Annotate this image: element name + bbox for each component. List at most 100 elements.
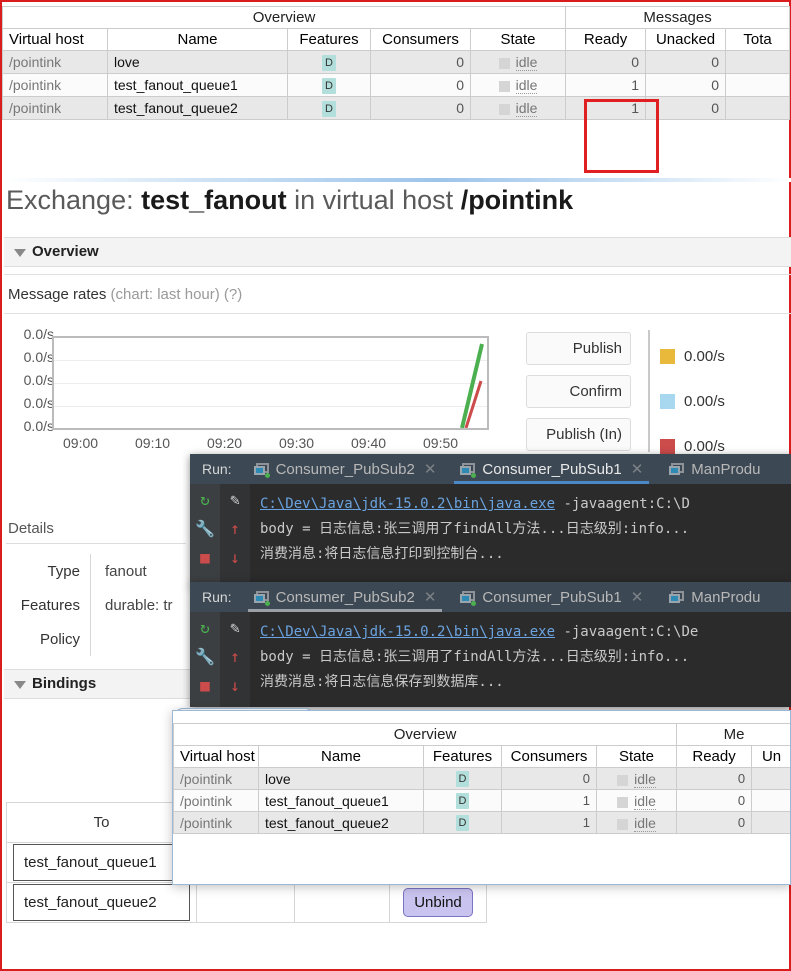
arrow-down-icon[interactable]: ↓ bbox=[230, 550, 240, 566]
arrow-down-icon[interactable]: ↓ bbox=[230, 678, 240, 694]
col-state[interactable]: State bbox=[595, 745, 678, 768]
close-icon[interactable]: ✕ bbox=[424, 460, 437, 478]
console-output-top: C:\Dev\Java\jdk-15.0.2\bin\java.exe -jav… bbox=[250, 484, 791, 585]
col-ready[interactable]: Ready bbox=[676, 745, 753, 768]
run-config-icon bbox=[669, 462, 685, 476]
group-header-overview: Overview bbox=[1, 6, 567, 29]
console-tab-label: Consumer_PubSub1 bbox=[482, 588, 622, 606]
cell-queue-name[interactable]: love bbox=[107, 50, 288, 74]
stop-icon[interactable]: ■ bbox=[200, 678, 210, 694]
java-path-link[interactable]: C:\Dev\Java\jdk-15.0.2\bin\java.exe bbox=[260, 624, 555, 640]
cell-queue-name[interactable]: test_fanout_queue2 bbox=[107, 96, 288, 120]
confirm-button[interactable]: Confirm bbox=[526, 375, 631, 408]
table-row[interactable]: /pointink love D 0 idle 0 0 bbox=[2, 50, 791, 74]
chart-y-axis: 0.0/s 0.0/s 0.0/s 0.0/s 0.0/s bbox=[6, 327, 54, 442]
cell-queue-name[interactable]: love bbox=[258, 767, 424, 790]
message-rates-text: Message rates bbox=[8, 286, 111, 303]
message-rates-note[interactable]: (chart: last hour) (?) bbox=[111, 286, 243, 303]
cell-ready: 0 bbox=[676, 767, 753, 790]
page-title-vhost: /pointink bbox=[460, 185, 574, 215]
binding-queue-name[interactable]: test_fanout_queue1 bbox=[13, 844, 190, 881]
settings-wrench-icon[interactable]: 🔧 bbox=[195, 649, 215, 665]
console-tabbar-bottom: Run: Consumer_PubSub2 ✕ Consumer_PubSub1… bbox=[190, 582, 791, 612]
soft-wrap-pencil-icon[interactable]: ✎ bbox=[230, 620, 240, 636]
col-unacked[interactable]: Unacked bbox=[645, 28, 727, 51]
unbind-button[interactable]: Unbind bbox=[403, 888, 473, 917]
console-tab-consumer-pubsub2[interactable]: Consumer_PubSub2 ✕ bbox=[248, 454, 443, 484]
table-row[interactable]: /pointink test_fanout_queue2 D 1 idle 0 bbox=[173, 811, 790, 834]
console-window-bottom[interactable]: Run: Consumer_PubSub2 ✕ Consumer_PubSub1… bbox=[190, 582, 791, 707]
console-line: C:\Dev\Java\jdk-15.0.2\bin\java.exe -jav… bbox=[260, 620, 791, 645]
publish-in-button[interactable]: Publish (In) bbox=[526, 418, 631, 451]
cell-queue-name[interactable]: test_fanout_queue2 bbox=[258, 811, 424, 834]
floating-queues-window[interactable]: Overview Me Virtual host Name Features C… bbox=[172, 710, 791, 885]
close-icon[interactable]: ✕ bbox=[631, 588, 644, 606]
col-ready[interactable]: Ready bbox=[565, 28, 647, 51]
cell-features: D bbox=[287, 96, 371, 120]
stop-icon[interactable]: ■ bbox=[200, 550, 210, 566]
publish-button[interactable]: Publish bbox=[526, 332, 631, 365]
cell-unacked: 0 bbox=[645, 96, 727, 120]
rerun-icon[interactable]: ↻ bbox=[200, 492, 210, 508]
console-tab-consumer-pubsub1[interactable]: Consumer_PubSub1 ✕ bbox=[454, 454, 650, 484]
console-tab-consumer-pubsub1[interactable]: Consumer_PubSub1 ✕ bbox=[454, 582, 649, 612]
col-features[interactable]: Features bbox=[423, 745, 502, 768]
cell-ready: 0 bbox=[676, 789, 753, 812]
bindings-col-to: To bbox=[6, 802, 197, 843]
col-state[interactable]: State bbox=[469, 28, 567, 51]
col-unacked[interactable]: Un bbox=[751, 745, 790, 768]
cell-state: idle bbox=[469, 50, 567, 74]
console-window-top[interactable]: Run: Consumer_PubSub2 ✕ Consumer_PubSub1… bbox=[190, 454, 791, 585]
cell-unacked: 0 bbox=[645, 73, 727, 97]
col-features[interactable]: Features bbox=[287, 28, 371, 51]
arrow-up-icon[interactable]: ↑ bbox=[230, 521, 240, 537]
table-row[interactable]: /pointink test_fanout_queue1 D 0 idle 1 … bbox=[2, 73, 791, 97]
table-row[interactable]: /pointink test_fanout_queue1 D 1 idle 0 bbox=[173, 789, 790, 812]
col-virtual-host[interactable]: Virtual host bbox=[2, 28, 108, 51]
cell-unacked: 0 bbox=[645, 50, 727, 74]
state-indicator-icon bbox=[617, 818, 629, 830]
console-tab-manprodu[interactable]: ManProdu bbox=[663, 582, 766, 612]
legend-value-publish-in: 0.00/s bbox=[684, 438, 725, 455]
arrow-up-icon[interactable]: ↑ bbox=[230, 649, 240, 665]
legend-swatch-confirm bbox=[660, 394, 675, 409]
legend-swatch-publish-in bbox=[660, 439, 675, 454]
cell-state: idle bbox=[469, 96, 567, 120]
section-overview[interactable]: Overview bbox=[4, 237, 791, 267]
cell-queue-name[interactable]: test_fanout_queue1 bbox=[107, 73, 288, 97]
binding-queue-name[interactable]: test_fanout_queue2 bbox=[13, 884, 190, 921]
binding-to-cell: test_fanout_queue2 bbox=[6, 882, 197, 923]
col-consumers[interactable]: Consumers bbox=[370, 28, 471, 51]
cell-features: D bbox=[423, 767, 502, 790]
table-row[interactable]: /pointink test_fanout_queue2 D 0 idle 1 … bbox=[2, 96, 791, 120]
col-total[interactable]: Tota bbox=[725, 28, 791, 51]
console-tab-manprodu[interactable]: ManProdu bbox=[663, 454, 766, 484]
soft-wrap-pencil-icon[interactable]: ✎ bbox=[230, 492, 240, 508]
cell-queue-name[interactable]: test_fanout_queue1 bbox=[258, 789, 424, 812]
col-virtual-host[interactable]: Virtual host bbox=[173, 745, 259, 768]
close-icon[interactable]: ✕ bbox=[631, 460, 644, 478]
console-tab-label: ManProdu bbox=[691, 460, 761, 478]
details-value-features: durable: tr bbox=[105, 596, 173, 614]
y-tick: 0.0/s bbox=[23, 349, 54, 365]
cell-ready: 1 bbox=[565, 96, 647, 120]
queues-table-top: Overview Messages Virtual host Name Feat… bbox=[1, 6, 791, 120]
details-table: Type fanout Features durable: tr Policy bbox=[2, 554, 202, 656]
table-row[interactable]: /pointink love D 0 idle 0 bbox=[173, 767, 790, 790]
rerun-icon[interactable]: ↻ bbox=[200, 620, 210, 636]
page-title-exchange-name: test_fanout bbox=[141, 185, 287, 215]
col-name[interactable]: Name bbox=[258, 745, 424, 768]
state-indicator-icon bbox=[617, 774, 629, 786]
java-path-link[interactable]: C:\Dev\Java\jdk-15.0.2\bin\java.exe bbox=[260, 496, 555, 512]
col-consumers[interactable]: Consumers bbox=[501, 745, 597, 768]
close-icon[interactable]: ✕ bbox=[424, 588, 437, 606]
col-name[interactable]: Name bbox=[107, 28, 288, 51]
details-row: Features durable: tr bbox=[2, 588, 202, 622]
console-tab-consumer-pubsub2[interactable]: Consumer_PubSub2 ✕ bbox=[247, 582, 443, 612]
console-line: body = 日志信息:张三调用了findAll方法...日志级别:info..… bbox=[260, 649, 690, 665]
x-tick: 09:20 bbox=[207, 435, 243, 451]
bindings-row: test_fanout_queue2 Unbind bbox=[6, 882, 487, 923]
settings-wrench-icon[interactable]: 🔧 bbox=[195, 521, 215, 537]
x-tick: 09:30 bbox=[279, 435, 315, 451]
x-tick: 09:50 bbox=[423, 435, 459, 451]
